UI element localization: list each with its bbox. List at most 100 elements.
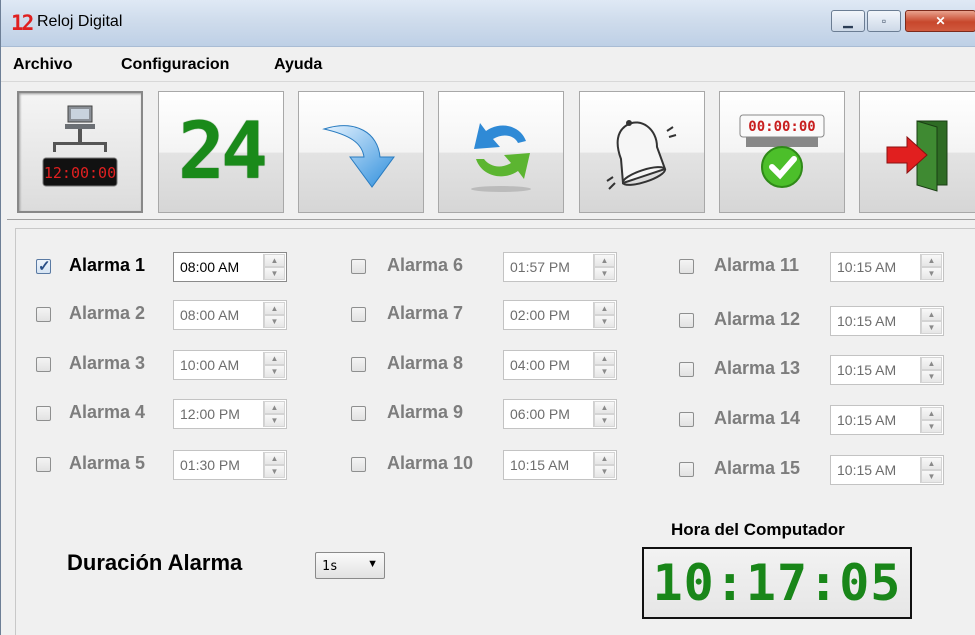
alarm-8-label: Alarma 8	[387, 353, 464, 373]
alarm-3-time-input[interactable]: 10:00 AM ▲ ▼	[173, 350, 287, 380]
alarm-13-time-input[interactable]: 10:15 AM ▲ ▼	[830, 355, 944, 385]
alarm-8-time-input[interactable]: 04:00 PM ▲ ▼	[503, 350, 617, 380]
24-hour-icon: 24	[178, 107, 268, 197]
alarm-11-time-input[interactable]: 10:15 AM ▲ ▼	[830, 252, 944, 282]
alarm-row-10: Alarma 10 10:15 AM ▲ ▼	[351, 450, 621, 480]
alarm-9-checkbox[interactable]	[351, 406, 366, 421]
spin-down-icon[interactable]: ▼	[921, 321, 942, 334]
alarm-4-label: Alarma 4	[69, 402, 146, 422]
spin-up-icon[interactable]: ▲	[264, 352, 285, 365]
spin-up-icon[interactable]: ▲	[594, 254, 615, 267]
alarm-6-spinner[interactable]: ▲ ▼	[593, 254, 615, 280]
toolbar-arrow-button[interactable]	[298, 91, 424, 213]
alarm-13-checkbox[interactable]	[679, 362, 694, 377]
spin-up-icon[interactable]: ▲	[594, 352, 615, 365]
alarm-6-time-input[interactable]: 01:57 PM ▲ ▼	[503, 252, 617, 282]
alarm-14-checkbox[interactable]	[679, 412, 694, 427]
spin-up-icon[interactable]: ▲	[594, 452, 615, 465]
spin-up-icon[interactable]: ▲	[264, 452, 285, 465]
spin-down-icon[interactable]: ▼	[264, 315, 285, 328]
alarm-14-spinner[interactable]: ▲ ▼	[920, 407, 942, 433]
spin-down-icon[interactable]: ▼	[594, 414, 615, 427]
alarm-9-time-input[interactable]: 06:00 PM ▲ ▼	[503, 399, 617, 429]
spin-down-icon[interactable]: ▼	[594, 365, 615, 378]
alarm-11-checkbox[interactable]	[679, 259, 694, 274]
menu-archivo[interactable]: Archivo	[13, 56, 73, 74]
toolbar-sync-button[interactable]	[438, 91, 564, 213]
spin-down-icon[interactable]: ▼	[264, 414, 285, 427]
menu-configuracion[interactable]: Configuracion	[121, 56, 229, 74]
alarm-7-spinner[interactable]: ▲ ▼	[593, 302, 615, 328]
spin-down-icon[interactable]: ▼	[264, 267, 285, 280]
toolbar-24-hour-button[interactable]: 24	[158, 91, 284, 213]
alarm-8-spinner[interactable]: ▲ ▼	[593, 352, 615, 378]
alarm-15-spinner[interactable]: ▲ ▼	[920, 457, 942, 483]
alarm-7-checkbox[interactable]	[351, 307, 366, 322]
alarm-10-time-input[interactable]: 10:15 AM ▲ ▼	[503, 450, 617, 480]
alarm-10-spinner[interactable]: ▲ ▼	[593, 452, 615, 478]
alarm-2-time-input[interactable]: 08:00 AM ▲ ▼	[173, 300, 287, 330]
toolbar-alarm-button[interactable]	[579, 91, 705, 213]
spin-up-icon[interactable]: ▲	[921, 357, 942, 370]
minimize-button[interactable]: ▁	[831, 10, 865, 32]
alarm-4-spinner[interactable]: ▲ ▼	[263, 401, 285, 427]
spin-down-icon[interactable]: ▼	[594, 465, 615, 478]
spin-up-icon[interactable]: ▲	[921, 308, 942, 321]
alarm-1-checkbox[interactable]	[36, 257, 51, 275]
alarm-8-checkbox[interactable]	[351, 357, 366, 372]
spin-up-icon[interactable]: ▲	[921, 457, 942, 470]
spin-down-icon[interactable]: ▼	[921, 470, 942, 483]
alarm-7-time-input[interactable]: 02:00 PM ▲ ▼	[503, 300, 617, 330]
alarm-6-checkbox[interactable]	[351, 259, 366, 274]
spin-down-icon[interactable]: ▼	[921, 267, 942, 280]
alarm-5-time-input[interactable]: 01:30 PM ▲ ▼	[173, 450, 287, 480]
toolbar-timer-button[interactable]: 00:00:00	[719, 91, 845, 213]
alarm-11-spinner[interactable]: ▲ ▼	[920, 254, 942, 280]
toolbar-sync-clock-button[interactable]: 12:00:00	[17, 91, 143, 213]
alarm-1-spinner[interactable]: ▲ ▼	[263, 254, 285, 280]
toolbar-exit-button[interactable]	[859, 91, 975, 213]
close-button[interactable]: ✕	[905, 10, 975, 32]
alarm-15-time-input[interactable]: 10:15 AM ▲ ▼	[830, 455, 944, 485]
spin-down-icon[interactable]: ▼	[264, 365, 285, 378]
alarm-4-checkbox[interactable]	[36, 406, 51, 421]
spin-up-icon[interactable]: ▲	[264, 254, 285, 267]
alarm-5-spinner[interactable]: ▲ ▼	[263, 452, 285, 478]
toolbar-clock-text: 12:00:00	[44, 164, 116, 182]
alarm-12-spinner[interactable]: ▲ ▼	[920, 308, 942, 334]
spin-down-icon[interactable]: ▼	[921, 370, 942, 383]
alarm-14-time-input[interactable]: 10:15 AM ▲ ▼	[830, 405, 944, 435]
alarm-15-label: Alarma 15	[714, 458, 801, 478]
alarm-1-time-input[interactable]: 08:00 AM ▲ ▼	[173, 252, 287, 282]
spin-up-icon[interactable]: ▲	[594, 401, 615, 414]
alarm-10-checkbox[interactable]	[351, 457, 366, 472]
menu-ayuda[interactable]: Ayuda	[274, 56, 322, 74]
alarm-9-time-value: 06:00 PM	[510, 406, 570, 422]
alarm-5-checkbox[interactable]	[36, 457, 51, 472]
alarm-2-spinner[interactable]: ▲ ▼	[263, 302, 285, 328]
maximize-button[interactable]: ▫	[867, 10, 901, 32]
spin-up-icon[interactable]: ▲	[264, 401, 285, 414]
alarm-10-label: Alarma 10	[387, 453, 474, 473]
duration-select[interactable]: 1s ▼	[315, 552, 385, 579]
spin-down-icon[interactable]: ▼	[264, 465, 285, 478]
alarm-3-checkbox[interactable]	[36, 357, 51, 372]
alarm-15-checkbox[interactable]	[679, 462, 694, 477]
spin-up-icon[interactable]: ▲	[264, 302, 285, 315]
alarm-12-time-input[interactable]: 10:15 AM ▲ ▼	[830, 306, 944, 336]
spin-down-icon[interactable]: ▼	[921, 420, 942, 433]
alarm-9-spinner[interactable]: ▲ ▼	[593, 401, 615, 427]
alarm-7-label: Alarma 7	[387, 303, 464, 323]
spin-down-icon[interactable]: ▼	[594, 315, 615, 328]
spin-up-icon[interactable]: ▲	[594, 302, 615, 315]
alarm-row-9: Alarma 9 06:00 PM ▲ ▼	[351, 399, 621, 429]
spin-down-icon[interactable]: ▼	[594, 267, 615, 280]
alarm-13-spinner[interactable]: ▲ ▼	[920, 357, 942, 383]
spin-up-icon[interactable]: ▲	[921, 254, 942, 267]
alarm-3-spinner[interactable]: ▲ ▼	[263, 352, 285, 378]
alarm-4-time-input[interactable]: 12:00 PM ▲ ▼	[173, 399, 287, 429]
spin-up-icon[interactable]: ▲	[921, 407, 942, 420]
alarm-12-checkbox[interactable]	[679, 313, 694, 328]
alarm-2-checkbox[interactable]	[36, 307, 51, 322]
chevron-down-icon[interactable]: ▼	[367, 558, 378, 570]
